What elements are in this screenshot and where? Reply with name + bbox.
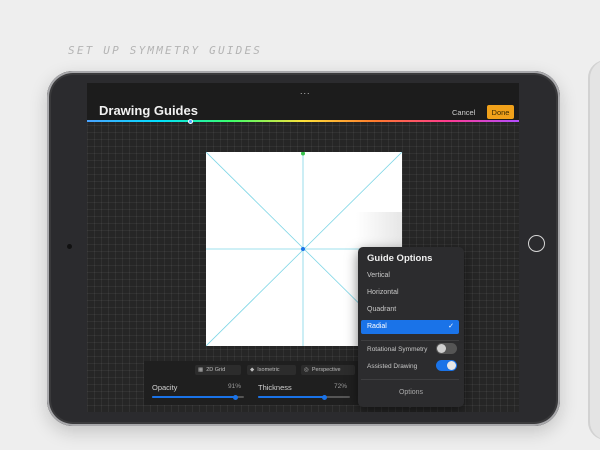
checkmark-icon: ✓: [448, 323, 454, 330]
option-horizontal[interactable]: Horizontal: [361, 286, 459, 300]
adjacent-device-edge: [588, 60, 600, 440]
guide-center-handle[interactable]: [301, 247, 305, 251]
option-quadrant[interactable]: Quadrant: [361, 303, 459, 317]
option-radial[interactable]: Radial ✓: [361, 320, 459, 334]
option-label: Radial: [367, 323, 387, 330]
opacity-slider-fill: [152, 396, 236, 398]
option-label: Vertical: [367, 272, 390, 279]
opacity-slider[interactable]: [152, 394, 244, 400]
tab-perspective[interactable]: ◎ Perspective: [301, 365, 355, 375]
more-icon[interactable]: ...: [300, 86, 311, 96]
tab-label: 2D Grid: [206, 367, 226, 373]
done-button[interactable]: Done: [487, 105, 514, 119]
opacity-slider-thumb[interactable]: [233, 394, 239, 400]
assisted-drawing-toggle[interactable]: [436, 360, 457, 371]
grid-icon: ▦: [198, 367, 204, 373]
page-title: Drawing Guides: [99, 103, 198, 118]
guide-settings-panel: ▦ 2D Grid ◆ Isometric ◎ Perspective Opacity…: [144, 361, 360, 405]
app-screen: ... Drawing Guides Cancel Done ▦ 2D Grid …: [87, 83, 519, 412]
popover-arrow: [405, 403, 415, 408]
option-label: Quadrant: [367, 306, 397, 313]
cancel-button[interactable]: Cancel: [452, 108, 475, 117]
guide-rotation-handle[interactable]: [301, 152, 305, 156]
thickness-label: Thickness: [258, 383, 292, 392]
home-button[interactable]: [528, 235, 545, 252]
assisted-drawing-label: Assisted Drawing: [367, 363, 418, 370]
options-button[interactable]: Options: [358, 389, 464, 396]
thickness-slider-fill: [258, 396, 325, 398]
rotational-symmetry-toggle[interactable]: [436, 343, 457, 354]
perspective-icon: ◎: [304, 367, 309, 373]
opacity-value: 91%: [228, 383, 242, 390]
thickness-slider[interactable]: [258, 394, 350, 400]
divider: [361, 340, 459, 341]
header-bar: ... Drawing Guides Cancel Done: [87, 83, 519, 120]
tab-2d-grid[interactable]: ▦ 2D Grid: [195, 365, 241, 375]
page-caption: SET UP SYMMETRY GUIDES: [68, 44, 263, 57]
tab-label: Perspective: [311, 367, 341, 373]
toggle-knob: [437, 344, 446, 353]
rotational-symmetry-label: Rotational Symmetry: [367, 346, 428, 353]
color-slider-thumb[interactable]: [188, 118, 194, 124]
tab-label: Isometric: [257, 367, 280, 373]
divider: [361, 379, 459, 380]
toggle-knob: [447, 361, 456, 370]
tab-isometric[interactable]: ◆ Isometric: [247, 365, 296, 375]
color-slider[interactable]: [87, 120, 519, 122]
camera-dot: [67, 244, 72, 249]
popover-title: Guide Options: [367, 253, 433, 264]
option-vertical[interactable]: Vertical: [361, 269, 459, 283]
thickness-slider-thumb[interactable]: [321, 394, 327, 400]
thickness-value: 72%: [334, 383, 348, 390]
opacity-label: Opacity: [152, 383, 178, 392]
isometric-icon: ◆: [250, 367, 255, 373]
guide-options-popover: Guide Options Vertical Horizontal Quadra…: [358, 247, 464, 407]
option-label: Horizontal: [367, 289, 399, 296]
